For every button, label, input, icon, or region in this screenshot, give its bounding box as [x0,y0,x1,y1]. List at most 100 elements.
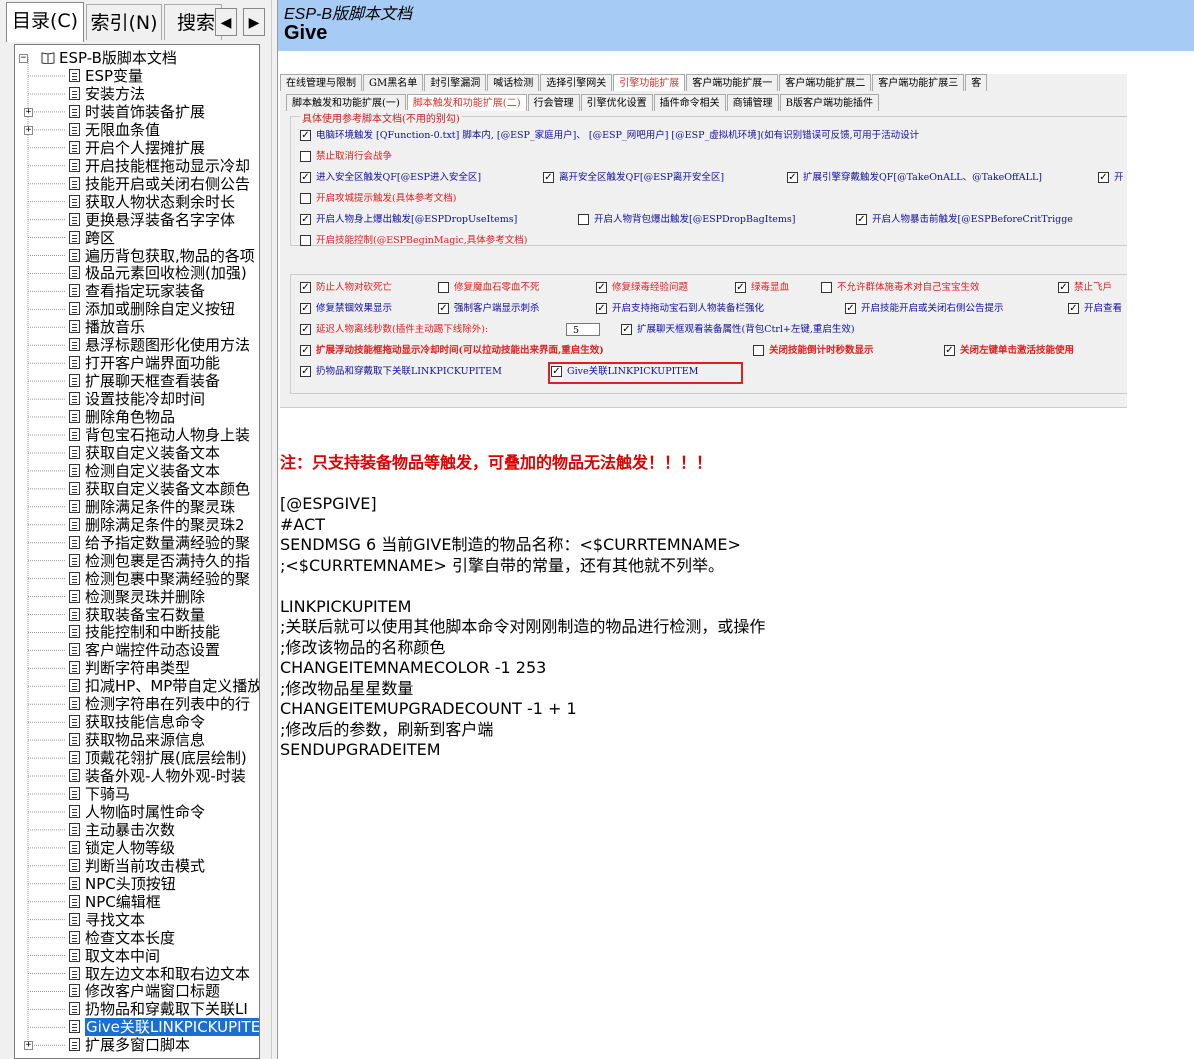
settings-tab[interactable]: 在线管理与限制 [280,74,362,91]
checkbox-unchecked-icon[interactable] [438,282,449,293]
settings-tab[interactable]: 引擎功能扩展 [613,74,686,91]
settings-tab[interactable]: 脚本触发和功能扩展(一) [286,94,406,111]
expand-icon[interactable]: + [24,107,33,117]
tree-item-label: 取文本中间 [85,946,161,965]
tree-item-label: 设置技能冷却时间 [85,390,206,409]
checkbox-checked-icon[interactable]: ✓ [543,172,554,183]
settings-screenshot: 在线管理与限制 GM黑名单 封引擎漏洞 喊话检测 选择引擎网关 引擎功能扩展 客户端功能扩展… [280,74,1127,408]
page-icon [69,625,80,639]
settings-tab[interactable]: 插件命令相关 [653,94,726,111]
settings-tab[interactable]: 行会管理 [527,94,580,111]
tree-item-label: 添加或删除自定义按钮 [85,300,236,319]
settings-tab[interactable]: 选择引擎网关 [540,74,613,91]
tree-item-label: 寻找文本 [85,910,146,929]
checkbox-checked-icon[interactable]: ✓ [300,366,311,377]
expand-icon[interactable]: + [24,1041,33,1051]
collapse-icon[interactable]: − [19,54,28,63]
checkbox-checked-icon[interactable]: ✓ [1068,303,1079,314]
page-icon [69,284,80,298]
checkbox-unchecked-icon[interactable] [300,193,311,204]
page-icon [69,607,80,621]
page-icon [69,840,80,854]
checkbox-checked-icon[interactable]: ✓ [438,303,449,314]
checkbox-checked-icon[interactable]: ✓ [300,324,311,335]
page-icon [69,320,80,334]
page-icon [69,643,80,657]
checkbox-checked-icon[interactable]: ✓ [1098,172,1109,183]
code-line: [@ESPGIVE] [280,494,377,513]
tree-item-label: 判断字符串类型 [85,659,191,678]
tab-scroll-right-button[interactable]: ▶ [243,8,265,36]
contents-tree[interactable]: − ESP-B版脚本文档 ESP变量 安装方法 + 时装首饰装备扩展 + 无限血条值 开启个… [14,44,260,1059]
option-label: 开启攻城提示触发(具体参考文档) [316,193,457,204]
option-label: 开 [1114,172,1124,183]
code-line: ;修改物品星星数量 [280,678,414,698]
settings-tab[interactable]: 客户端功能扩展二 [779,74,872,91]
option-label: 禁止飞戶 [1074,282,1113,293]
tree-item-label: 检测包裹中聚满经验的聚 [85,569,251,588]
settings-tab[interactable]: 客户端功能扩展一 [686,74,779,91]
option-label: 离开安全区触发QF[@ESP离开安全区] [559,172,725,183]
page-icon [69,86,80,100]
page-icon [69,158,80,172]
expand-icon[interactable]: + [24,125,33,135]
checkbox-checked-icon[interactable]: ✓ [300,172,311,183]
tree-item-label: NPC头顶按钮 [85,874,176,893]
tree-item-label: 扔物品和穿戴取下关联LI [85,1000,248,1019]
checkbox-unchecked-icon[interactable] [578,214,589,225]
checkbox-checked-icon[interactable]: ✓ [787,172,798,183]
page-icon [69,751,80,765]
checkbox-checked-icon[interactable]: ✓ [596,282,607,293]
nav-tab-bar: 目录(C) 索引(N) 搜索 ◀ ▶ [0,0,271,44]
tab-search[interactable]: 搜索 [164,4,222,40]
checkbox-checked-icon[interactable]: ✓ [300,345,311,356]
page-icon [69,912,80,926]
checkbox-checked-icon[interactable]: ✓ [735,282,746,293]
offline-delay-input[interactable]: 5 [566,323,600,336]
settings-tab[interactable]: 商铺管理 [726,94,779,111]
checkbox-checked-icon[interactable]: ✓ [845,303,856,314]
checkbox-checked-icon[interactable]: ✓ [596,303,607,314]
page-icon [69,499,80,513]
checkbox-checked-icon[interactable]: ✓ [300,214,311,225]
option-label: 修复魔血石零血不死 [454,282,540,293]
checkbox-unchecked-icon[interactable] [300,235,311,246]
checkbox-checked-icon[interactable]: ✓ [944,345,955,356]
option-label: 开启人物身上爆出触发[@ESPDropUseItems] [316,214,518,225]
settings-tab[interactable]: B版客户端功能插件 [779,94,879,111]
tree-item-label: 检测字符串在列表中的行 [85,695,251,714]
tree-item-label: 修改客户端窗口标题 [85,982,221,1001]
script-trigger-group-title: 具体使用参考脚本文档(不用的别勾) [300,110,462,125]
page-icon [69,392,80,406]
checkbox-checked-icon[interactable]: ✓ [1058,282,1069,293]
tab-scroll-left-button[interactable]: ◀ [215,8,237,36]
tree-item-label: 检测自定义装备文本 [85,461,221,480]
tree-item-label: 扣减HP、MP带自定义播放 [85,677,260,696]
checkbox-unchecked-icon[interactable] [753,345,764,356]
tree-item-label: 打开客户端界面功能 [85,354,221,373]
open-book-icon [41,52,55,64]
tab-index[interactable]: 索引(N) [86,4,162,40]
tab-contents[interactable]: 目录(C) [6,2,84,42]
checkbox-unchecked-icon[interactable] [300,151,311,162]
checkbox-checked-icon[interactable]: ✓ [300,282,311,293]
option-label: 修复禁锢效果显示 [316,303,393,314]
settings-tab[interactable]: 客户端功能扩展三 [872,74,965,91]
settings-tab[interactable]: 喊话检测 [487,74,540,91]
checkbox-checked-icon[interactable]: ✓ [300,130,311,141]
checkbox-checked-icon[interactable]: ✓ [856,214,867,225]
settings-tab[interactable]: 封引擎漏洞 [424,74,487,91]
settings-tab[interactable]: 引擎优化设置 [580,94,653,111]
checkbox-unchecked-icon[interactable] [821,282,832,293]
settings-tab[interactable]: 客 [965,74,988,91]
settings-tab[interactable]: 脚本触发和功能扩展(二) [406,94,527,111]
pane-splitter[interactable] [271,0,278,1059]
content-pane: ESP-B版脚本文档 Give 在线管理与限制 GM黑名单 封引擎漏洞 喊话检测 选择引… [278,0,1194,1059]
checkbox-checked-icon[interactable]: ✓ [621,324,632,335]
tree-item-label: 扩展聊天框查看装备 [85,372,221,391]
settings-tab[interactable]: GM黑名单 [363,74,424,91]
tree-item-label: 装备外观-人物外观-时装 [85,767,246,786]
code-line: CHANGEITEMUPGRADECOUNT -1 + 1 [280,699,577,718]
checkbox-checked-icon[interactable]: ✓ [300,303,311,314]
